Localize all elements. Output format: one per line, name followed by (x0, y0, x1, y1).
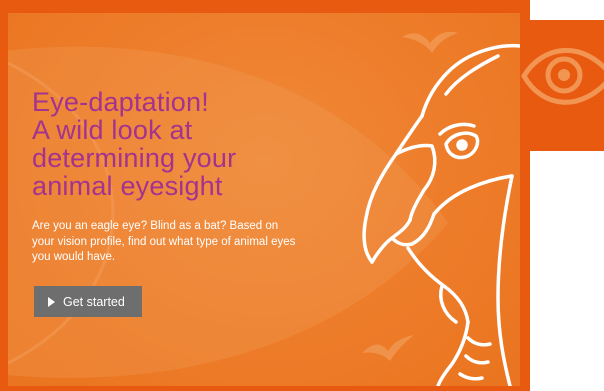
get-started-label: Get started (63, 294, 125, 309)
hero-headline: Eye-daptation! A wild look at determinin… (32, 88, 362, 200)
headline-line-1: Eye-daptation! (32, 87, 209, 117)
play-icon (48, 296, 55, 307)
headline-line-2: A wild look at (32, 115, 193, 145)
hero-description: Are you an eagle eye? Blind as a bat? Ba… (32, 220, 296, 263)
eye-icon (521, 48, 604, 105)
get-started-button[interactable]: Get started (34, 286, 142, 317)
bird-head-outline-illustration (362, 43, 520, 386)
headline-line-4: animal eyesight (32, 171, 223, 201)
corner-badge (520, 20, 604, 151)
headline-line-3: determining your (32, 143, 237, 173)
hero-frame: Eye-daptation! A wild look at determinin… (0, 0, 530, 391)
hero-card: Eye-daptation! A wild look at determinin… (8, 13, 520, 386)
